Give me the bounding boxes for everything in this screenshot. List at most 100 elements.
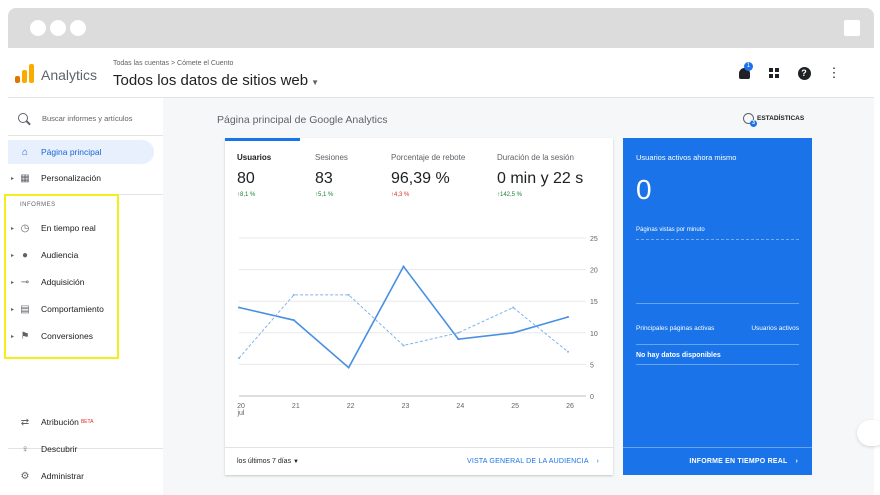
insights-icon: 3 bbox=[743, 113, 757, 127]
data-point bbox=[347, 366, 350, 369]
divider bbox=[636, 239, 799, 240]
pageviews-per-minute-label: Páginas vistas por minuto bbox=[636, 227, 705, 233]
highlight-box bbox=[4, 194, 119, 359]
data-point bbox=[402, 344, 405, 347]
realtime-report-link[interactable]: INFORME EN TIEMPO REAL › bbox=[689, 458, 798, 465]
chevron-right-icon: › bbox=[596, 458, 599, 465]
app-name: Analytics bbox=[41, 67, 98, 83]
analytics-logo-icon[interactable] bbox=[15, 63, 35, 83]
x-tick-label: 21 bbox=[292, 403, 300, 410]
sidebar-item-label: Personalización bbox=[41, 173, 102, 183]
sidebar-item-label: Atribución bbox=[41, 417, 79, 427]
search-icon bbox=[18, 113, 28, 123]
apps-grid-icon[interactable] bbox=[766, 65, 782, 81]
top-icons: 1 ? ⋮ bbox=[736, 62, 842, 81]
series-line-dashed bbox=[238, 294, 569, 359]
data-point bbox=[292, 319, 295, 322]
period-selector[interactable]: los últimos 7 días ▼ bbox=[237, 458, 299, 465]
data-point bbox=[512, 306, 515, 309]
beta-badge: BETA bbox=[80, 419, 94, 425]
y-tick-label: 15 bbox=[590, 299, 598, 306]
divider bbox=[636, 303, 799, 304]
x-tick-label: 20 bbox=[237, 403, 245, 410]
search-input[interactable]: Buscar informes y artículos bbox=[18, 110, 158, 126]
help-icon[interactable]: ? bbox=[796, 65, 812, 81]
data-point bbox=[347, 293, 350, 296]
y-tick-label: 5 bbox=[590, 362, 594, 369]
realtime-card: Usuarios activos ahora mismo 0 Páginas v… bbox=[623, 138, 812, 475]
realtime-link-label: INFORME EN TIEMPO REAL bbox=[689, 458, 788, 465]
x-tick-label: 22 bbox=[347, 403, 355, 410]
data-point bbox=[238, 306, 240, 309]
users-line-chart: 051015202520jul21 22 23 24 25 26 bbox=[236, 236, 598, 417]
top-bar: Analytics Todas las cuentas > Cómete el … bbox=[8, 48, 874, 98]
insights-button[interactable]: 3 ESTADÍSTICAS bbox=[743, 113, 805, 127]
caret-down-icon: ▼ bbox=[311, 78, 320, 87]
x-tick-label: 26 bbox=[566, 403, 574, 410]
window-dot-icon[interactable] bbox=[30, 20, 46, 36]
x-tick-label: 23 bbox=[402, 403, 410, 410]
sidebar-item-label: Descubrir bbox=[41, 444, 78, 454]
data-point bbox=[402, 265, 405, 268]
x-tick-label: 24 bbox=[456, 403, 464, 410]
top-pages-label: Principales páginas activas bbox=[636, 325, 715, 332]
window-maximize-icon[interactable] bbox=[844, 20, 860, 36]
sidebar-item-label: Administrar bbox=[41, 471, 84, 481]
search-placeholder: Buscar informes y artículos bbox=[42, 113, 133, 123]
sidebar: Buscar informes y artículos ⌂ Página pri… bbox=[4, 98, 163, 495]
home-icon: ⌂ bbox=[21, 146, 29, 158]
data-point bbox=[292, 293, 295, 296]
divider bbox=[8, 135, 163, 136]
data-point bbox=[567, 350, 569, 353]
y-tick-label: 20 bbox=[590, 268, 598, 275]
realtime-footer: INFORME EN TIEMPO REAL › bbox=[623, 447, 812, 475]
audience-overview-link[interactable]: VISTA GENERAL DE LA AUDIENCIA › bbox=[467, 458, 599, 465]
sidebar-item-home[interactable]: ⌂ Página principal bbox=[8, 140, 154, 164]
card-footer: los últimos 7 días ▼ VISTA GENERAL DE LA… bbox=[225, 447, 613, 475]
active-users-label: Usuarios activos bbox=[751, 325, 799, 332]
dashboard-icon: ▦ bbox=[20, 172, 30, 184]
divider bbox=[636, 364, 799, 365]
x-tick-label: jul bbox=[236, 410, 244, 417]
series-line-solid bbox=[238, 264, 569, 369]
insights-label: ESTADÍSTICAS bbox=[757, 115, 805, 122]
notifications-bell-icon[interactable]: 1 bbox=[736, 62, 753, 81]
attribution-icon: ⇄ bbox=[20, 416, 30, 428]
window-titlebar bbox=[8, 8, 874, 48]
sidebar-item-attribution[interactable]: ⇄ Atribución BETA bbox=[8, 410, 154, 434]
notification-badge: 1 bbox=[744, 62, 753, 71]
caret-right-icon: ▸ bbox=[11, 175, 15, 182]
data-point bbox=[238, 357, 240, 360]
caret-down-icon: ▼ bbox=[293, 459, 299, 465]
sidebar-item-customization[interactable]: ▸ ▦ Personalización bbox=[8, 166, 154, 190]
divider bbox=[636, 344, 799, 345]
breadcrumb[interactable]: Todas las cuentas > Cómete el Cuento bbox=[113, 60, 233, 67]
feedback-bubble[interactable] bbox=[857, 420, 880, 446]
data-point bbox=[457, 331, 460, 334]
audience-link-label: VISTA GENERAL DE LA AUDIENCIA bbox=[466, 458, 589, 465]
x-tick-label: 25 bbox=[511, 403, 519, 410]
more-vert-icon[interactable]: ⋮ bbox=[826, 65, 842, 81]
data-point bbox=[457, 338, 460, 341]
audience-card: Usuarios 80 ↑8,1 % Sesiones 83 ↑5,1 % Po… bbox=[225, 138, 613, 475]
sidebar-item-discover[interactable]: ♀ Descubrir bbox=[8, 437, 154, 461]
insights-count: 3 bbox=[750, 120, 757, 127]
lightbulb-icon: ♀ bbox=[21, 443, 29, 455]
period-label: los últimos 7 días bbox=[237, 458, 292, 465]
sidebar-item-label: Página principal bbox=[41, 147, 102, 157]
page-title: Página principal de Google Analytics bbox=[217, 114, 388, 126]
data-point bbox=[512, 331, 515, 334]
no-data-message: No hay datos disponibles bbox=[636, 352, 721, 359]
realtime-title: Usuarios activos ahora mismo bbox=[636, 153, 737, 162]
y-tick-label: 25 bbox=[590, 236, 598, 243]
window-dot-icon[interactable] bbox=[70, 20, 86, 36]
view-title: Todos los datos de sitios web bbox=[113, 72, 309, 89]
y-tick-label: 0 bbox=[590, 394, 594, 401]
view-selector[interactable]: Todos los datos de sitios web ▼ bbox=[113, 72, 319, 89]
realtime-active-users: 0 bbox=[636, 174, 652, 205]
window-dot-icon[interactable] bbox=[50, 20, 66, 36]
data-point bbox=[567, 316, 569, 318]
chevron-right-icon: › bbox=[795, 458, 798, 465]
sidebar-item-admin[interactable]: ⚙ Administrar bbox=[8, 464, 154, 488]
y-tick-label: 10 bbox=[590, 331, 598, 338]
